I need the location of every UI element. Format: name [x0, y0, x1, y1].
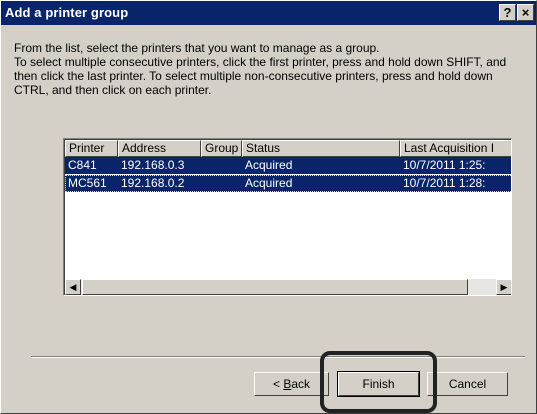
column-header-status[interactable]: Status: [242, 140, 400, 157]
horizontal-scrollbar[interactable]: ◀ ▶: [65, 279, 511, 295]
back-label: ack: [291, 377, 311, 391]
column-header-last-acquisition[interactable]: Last Acquisition I: [400, 140, 511, 157]
cell-last-acquisition: 10/7/2011 1:28:: [403, 176, 486, 190]
instructions-line-2: To select multiple consecutive printers,…: [14, 55, 507, 97]
table-row[interactable]: MC561 192.168.0.2 Acquired 10/7/2011 1:2…: [65, 175, 511, 192]
window-title: Add a printer group: [5, 5, 129, 20]
back-mnemonic: B: [283, 377, 292, 391]
cancel-button[interactable]: Cancel: [427, 372, 508, 396]
cell-address: 192.168.0.3: [121, 158, 185, 172]
list-header: Printer Address Group Status Last Acquis…: [65, 140, 511, 157]
scroll-right-button[interactable]: ▶: [496, 279, 511, 295]
instructions-text: From the list, select the printers that …: [14, 41, 524, 97]
cell-status: Acquired: [245, 158, 293, 172]
printer-list[interactable]: Printer Address Group Status Last Acquis…: [63, 138, 512, 296]
help-icon: ?: [503, 5, 512, 20]
instructions-line-1: From the list, select the printers that …: [14, 41, 380, 55]
column-header-printer[interactable]: Printer: [65, 140, 118, 157]
column-header-address[interactable]: Address: [118, 140, 201, 157]
table-row[interactable]: C841 192.168.0.3 Acquired 10/7/2011 1:25…: [65, 157, 511, 174]
cell-last-acquisition: 10/7/2011 1:25:: [403, 158, 486, 172]
cell-address: 192.168.0.2: [121, 176, 185, 190]
arrow-left-icon: ◀: [69, 281, 77, 292]
help-button[interactable]: ?: [499, 4, 516, 21]
divider: [31, 356, 525, 358]
finish-button[interactable]: Finish: [337, 371, 420, 397]
close-icon: ×: [521, 5, 530, 20]
title-bar[interactable]: Add a printer group ? ×: [1, 1, 536, 25]
back-prefix: <: [272, 377, 284, 391]
add-printer-group-dialog: Add a printer group ? × From the list, s…: [0, 0, 537, 414]
scroll-left-button[interactable]: ◀: [65, 279, 81, 295]
cell-group: [201, 175, 242, 192]
cell-printer: MC561: [68, 176, 107, 190]
cell-group: [201, 157, 242, 174]
scrollbar-thumb[interactable]: [82, 279, 468, 295]
cell-status: Acquired: [245, 176, 293, 190]
cell-printer: C841: [68, 158, 97, 172]
arrow-right-icon: ▶: [500, 281, 508, 292]
column-header-group[interactable]: Group: [201, 140, 242, 157]
close-button[interactable]: ×: [517, 4, 534, 21]
back-button[interactable]: < Back: [254, 372, 329, 396]
